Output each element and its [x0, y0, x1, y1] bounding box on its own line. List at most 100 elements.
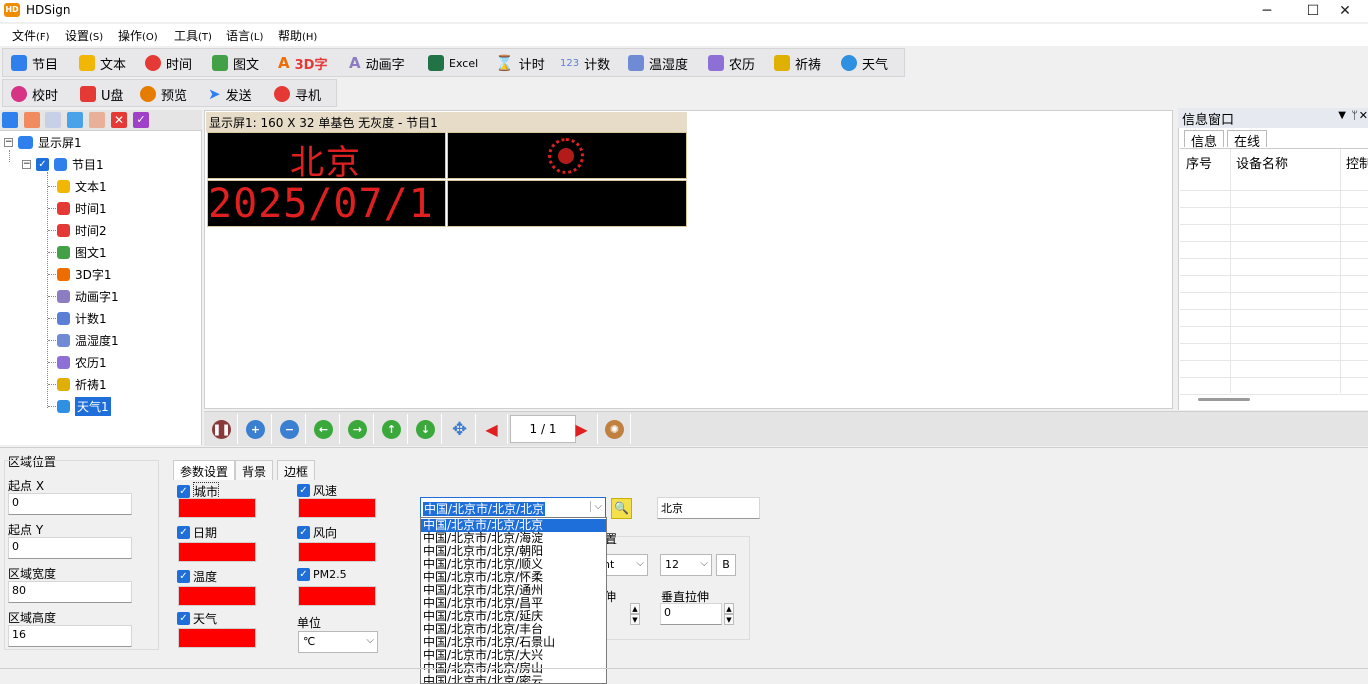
- tree-node-screen[interactable]: − 显示屏1: [4, 132, 82, 152]
- city-name-input[interactable]: 北京: [657, 497, 760, 519]
- wind-direction-color-swatch[interactable]: [298, 542, 376, 562]
- width-input[interactable]: 80: [8, 581, 132, 603]
- tab-background[interactable]: 背景: [235, 460, 274, 480]
- add-lunar-calendar-button[interactable]: 农历: [708, 49, 755, 77]
- menu-file[interactable]: 文件(F): [12, 27, 50, 44]
- menu-tools[interactable]: 工具(T): [174, 27, 212, 44]
- table-row[interactable]: [1180, 276, 1368, 293]
- temperature-color-swatch[interactable]: [178, 586, 256, 606]
- tab-parameters[interactable]: 参数设置: [173, 460, 236, 480]
- tab-online[interactable]: 在线: [1227, 130, 1268, 150]
- pause-button[interactable]: ❚❚: [206, 414, 238, 444]
- add-3d-text-button[interactable]: A 3D字: [278, 49, 327, 77]
- tree-node-item[interactable]: 文本1: [57, 176, 107, 196]
- table-row[interactable]: [1180, 174, 1368, 191]
- usb-button[interactable]: U盘: [80, 80, 124, 108]
- tab-info[interactable]: 信息: [1184, 130, 1225, 150]
- weather-checkbox[interactable]: ✓ 天气: [177, 610, 217, 627]
- table-row[interactable]: [1180, 208, 1368, 225]
- pm25-checkbox[interactable]: ✓ PM2.5: [297, 568, 347, 581]
- fit-button[interactable]: ✥: [444, 414, 476, 444]
- move-down-button[interactable]: ↓: [410, 414, 442, 444]
- table-row[interactable]: [1180, 344, 1368, 361]
- new-screen-icon[interactable]: [2, 112, 18, 128]
- collapse-icon[interactable]: −: [4, 137, 13, 147]
- sync-time-button[interactable]: 校时: [11, 80, 58, 108]
- add-timer-button[interactable]: ⌛ 计时: [495, 49, 545, 77]
- start-x-input[interactable]: 0: [8, 493, 132, 515]
- unit-select[interactable]: ℃ ⌵: [298, 631, 378, 653]
- date-checkbox[interactable]: ✓ 日期: [177, 524, 217, 541]
- tree-node-item[interactable]: 农历1: [57, 352, 107, 372]
- menu-settings[interactable]: 设置(S): [65, 27, 103, 44]
- city-select[interactable]: 中国/北京市/北京/北京 ⌵: [420, 497, 606, 518]
- height-input[interactable]: 16: [8, 625, 132, 647]
- tree-node-program[interactable]: − ✓ 节目1: [22, 154, 104, 174]
- send-button[interactable]: ➤ 发送: [208, 80, 252, 108]
- zoom-out-button[interactable]: −: [274, 414, 306, 444]
- menu-help[interactable]: 帮助(H): [278, 27, 317, 44]
- tree-node-item[interactable]: 时间2: [57, 220, 107, 240]
- table-row[interactable]: [1180, 225, 1368, 242]
- led-cell-empty[interactable]: [447, 180, 687, 227]
- date-color-swatch[interactable]: [178, 542, 256, 562]
- move-down-icon[interactable]: [89, 112, 105, 128]
- add-excel-button[interactable]: Excel: [428, 49, 478, 77]
- add-text-button[interactable]: 文本: [79, 49, 126, 77]
- horizontal-scrollbar[interactable]: [1198, 398, 1250, 401]
- led-cell-date[interactable]: 2025/07/1: [207, 180, 446, 227]
- table-row[interactable]: [1180, 242, 1368, 259]
- tab-border[interactable]: 边框: [277, 460, 316, 480]
- add-animated-text-button[interactable]: A 动画字: [349, 49, 405, 77]
- program-checkbox[interactable]: ✓: [36, 157, 49, 171]
- pm25-color-swatch[interactable]: [298, 586, 376, 606]
- start-y-input[interactable]: 0: [8, 537, 132, 559]
- city-color-swatch[interactable]: [178, 498, 256, 518]
- search-device-button[interactable]: 寻机: [274, 80, 321, 108]
- tree-node-item[interactable]: 计数1: [57, 308, 107, 328]
- horizontal-stretch-spinner[interactable]: ▲ ▼: [630, 603, 640, 625]
- tree-node-item[interactable]: 温湿度1: [57, 330, 119, 350]
- bold-button[interactable]: B: [716, 554, 736, 576]
- add-counter-button[interactable]: 123 计数: [560, 49, 610, 77]
- check-all-icon[interactable]: ✓: [133, 112, 149, 128]
- table-row[interactable]: [1180, 361, 1368, 378]
- table-row[interactable]: [1180, 327, 1368, 344]
- dropdown-option[interactable]: 中国/北京市/北京/密云: [421, 675, 606, 684]
- wind-direction-checkbox[interactable]: ✓ 风向: [297, 524, 337, 541]
- search-city-button[interactable]: 🔍: [611, 498, 632, 519]
- city-dropdown-list[interactable]: 中国/北京市/北京/北京 中国/北京市/北京/海淀 中国/北京市/北京/朝阳 中国/北…: [420, 517, 607, 684]
- tree-node-item[interactable]: 动画字1: [57, 286, 119, 306]
- delete-icon[interactable]: ✕: [111, 112, 127, 128]
- add-temp-humidity-button[interactable]: 温湿度: [628, 49, 688, 77]
- settings-wheel-button[interactable]: ✺: [599, 414, 631, 444]
- wind-speed-checkbox[interactable]: ✓ 风速: [297, 482, 337, 499]
- tree-node-item[interactable]: 图文1: [57, 242, 107, 262]
- font-size-select[interactable]: 12 ⌵: [660, 554, 712, 576]
- wind-speed-color-swatch[interactable]: [298, 498, 376, 518]
- add-prayer-button[interactable]: 祈祷: [774, 49, 821, 77]
- tree-node-item[interactable]: 天气1: [57, 396, 111, 416]
- menu-language[interactable]: 语言(L): [226, 27, 263, 44]
- add-image-button[interactable]: 图文: [212, 49, 259, 77]
- paste-icon[interactable]: [45, 112, 61, 128]
- led-cell-city[interactable]: 北京: [207, 132, 446, 179]
- move-left-button[interactable]: ←: [308, 414, 340, 444]
- preview-button[interactable]: 预览: [140, 80, 187, 108]
- tree-node-item[interactable]: 时间1: [57, 198, 107, 218]
- weather-color-swatch[interactable]: [178, 628, 256, 648]
- next-page-button[interactable]: ▶: [566, 414, 598, 444]
- copy-icon[interactable]: [24, 112, 40, 128]
- move-up-icon[interactable]: [67, 112, 83, 128]
- add-program-button[interactable]: 节目: [11, 49, 58, 77]
- prev-page-button[interactable]: ◀: [476, 414, 508, 444]
- vertical-stretch-input[interactable]: 0: [660, 603, 722, 625]
- menu-operation[interactable]: 操作(O): [118, 27, 158, 44]
- move-right-button[interactable]: →: [342, 414, 374, 444]
- table-row[interactable]: [1180, 293, 1368, 310]
- table-row[interactable]: [1180, 259, 1368, 276]
- tree-node-item[interactable]: 3D字1: [57, 264, 112, 284]
- table-row[interactable]: [1180, 310, 1368, 327]
- move-up-button[interactable]: ↑: [376, 414, 408, 444]
- add-time-button[interactable]: 时间: [145, 49, 192, 77]
